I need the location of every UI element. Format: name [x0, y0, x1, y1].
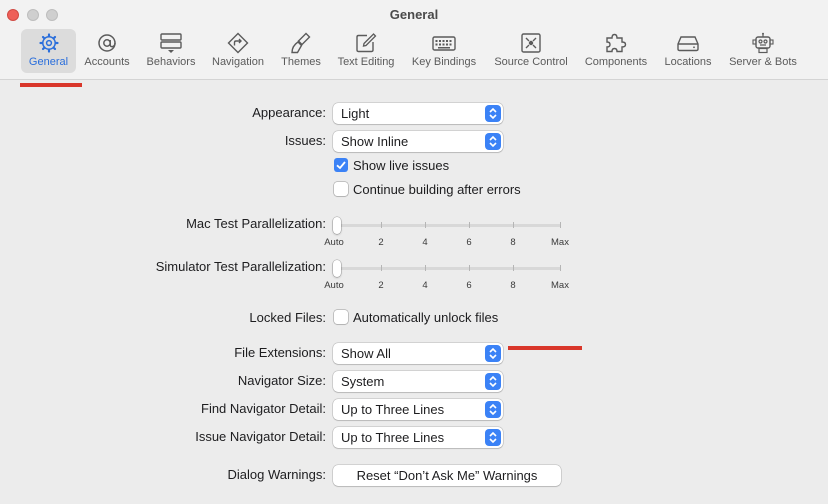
- issues-label: Issues:: [284, 133, 326, 148]
- at-icon: [98, 34, 116, 52]
- tick-label: 4: [422, 280, 428, 291]
- tab-label: Locations: [664, 56, 712, 68]
- reset-warnings-button[interactable]: Reset “Don’t Ask Me” Warnings: [333, 465, 561, 486]
- tick-label: 2: [378, 280, 384, 291]
- issue-navigator-popup[interactable]: Up to Three Lines: [333, 427, 503, 448]
- drive-icon: [677, 36, 699, 52]
- tick-label: Auto: [324, 237, 344, 248]
- appearance-value: Light: [341, 106, 370, 121]
- annotation-mark: [508, 346, 582, 350]
- tab-label: Themes: [281, 56, 321, 68]
- file-extensions-popup[interactable]: Show All: [333, 343, 503, 364]
- tab-text-editing[interactable]: Text Editing: [332, 29, 400, 73]
- tab-general[interactable]: General: [21, 29, 76, 73]
- chevron-updown-icon: [485, 133, 501, 150]
- toolbar: General General Accounts Behaviors Navig…: [0, 0, 828, 80]
- tick-label: 8: [510, 237, 516, 248]
- file-extensions-label: File Extensions:: [234, 345, 326, 360]
- tab-locations[interactable]: Locations: [659, 29, 717, 73]
- tab-label: Behaviors: [146, 56, 196, 68]
- source-control-icon: [521, 33, 541, 53]
- navigation-icon: [227, 32, 249, 54]
- tab-label: Accounts: [84, 56, 130, 68]
- preferences-window: General General Accounts Behaviors Navig…: [0, 0, 828, 504]
- tab-behaviors[interactable]: Behaviors: [140, 29, 202, 73]
- tick-label: Max: [551, 280, 569, 291]
- unlock-files-label: Automatically unlock files: [353, 310, 499, 325]
- window-title: General: [389, 7, 439, 22]
- tab-accounts[interactable]: Accounts: [81, 29, 133, 73]
- continue-building-label: Continue building after errors: [353, 182, 521, 197]
- tick-label: Auto: [324, 280, 344, 291]
- pencil-square-icon: [356, 33, 377, 53]
- file-extensions-value: Show All: [341, 346, 391, 361]
- find-navigator-popup[interactable]: Up to Three Lines: [333, 399, 503, 420]
- issue-navigator-label: Issue Navigator Detail:: [195, 429, 326, 444]
- tick-label: 6: [466, 237, 472, 248]
- puzzle-icon: [606, 33, 627, 53]
- appearance-popup[interactable]: Light: [333, 103, 503, 124]
- sim-test-slider[interactable]: [330, 257, 570, 279]
- chevron-updown-icon: [485, 345, 501, 362]
- tab-key-bindings[interactable]: Key Bindings: [406, 29, 482, 73]
- issues-value: Show Inline: [341, 134, 409, 149]
- tab-label: Components: [584, 56, 648, 68]
- tab-label: General: [28, 56, 69, 68]
- tab-themes[interactable]: Themes: [275, 29, 327, 73]
- tab-label: Navigation: [212, 56, 264, 68]
- mac-test-label: Mac Test Parallelization:: [186, 216, 326, 231]
- active-tab-annotation: [20, 83, 82, 87]
- robot-icon: [752, 32, 774, 54]
- checkmark-icon: [336, 161, 346, 170]
- gear-icon: [38, 33, 59, 53]
- tab-components[interactable]: Components: [580, 29, 652, 73]
- show-live-issues-checkbox[interactable]: [334, 158, 348, 172]
- tick-label: Max: [551, 237, 569, 248]
- locked-files-label: Locked Files:: [249, 310, 326, 325]
- tab-source-control[interactable]: Source Control: [488, 29, 574, 73]
- chevron-updown-icon: [485, 429, 501, 446]
- brush-icon: [291, 32, 311, 54]
- navigator-size-value: System: [341, 374, 385, 389]
- sim-test-label: Simulator Test Parallelization:: [155, 259, 326, 274]
- unlock-files-checkbox[interactable]: [334, 310, 348, 324]
- tab-navigation[interactable]: Navigation: [207, 29, 269, 73]
- navigator-size-popup[interactable]: System: [333, 371, 503, 392]
- appearance-label: Appearance:: [252, 105, 326, 120]
- tick-label: 6: [466, 280, 472, 291]
- dialog-warnings-label: Dialog Warnings:: [227, 467, 326, 482]
- tab-label: Key Bindings: [411, 56, 477, 68]
- chevron-updown-icon: [485, 401, 501, 418]
- tab-label: Text Editing: [337, 56, 395, 68]
- issues-popup[interactable]: Show Inline: [333, 131, 503, 152]
- chevron-updown-icon: [485, 373, 501, 390]
- tick-label: 8: [510, 280, 516, 291]
- chevron-updown-icon: [485, 105, 501, 122]
- keyboard-icon: [432, 36, 456, 51]
- continue-building-checkbox[interactable]: [334, 182, 348, 196]
- slider-knob[interactable]: [333, 217, 341, 234]
- tab-server-bots[interactable]: Server & Bots: [723, 29, 803, 73]
- navigator-size-label: Navigator Size:: [237, 373, 326, 388]
- tick-label: 4: [422, 237, 428, 248]
- tab-label: Server & Bots: [729, 56, 797, 68]
- find-navigator-label: Find Navigator Detail:: [201, 401, 326, 416]
- slider-knob[interactable]: [333, 260, 341, 277]
- behaviors-icon: [160, 33, 182, 53]
- mac-test-slider[interactable]: [330, 214, 570, 236]
- show-live-issues-label: Show live issues: [353, 158, 450, 173]
- find-navigator-value: Up to Three Lines: [341, 402, 445, 417]
- tick-label: 2: [378, 237, 384, 248]
- issue-navigator-value: Up to Three Lines: [341, 430, 445, 445]
- tab-label: Source Control: [494, 56, 568, 68]
